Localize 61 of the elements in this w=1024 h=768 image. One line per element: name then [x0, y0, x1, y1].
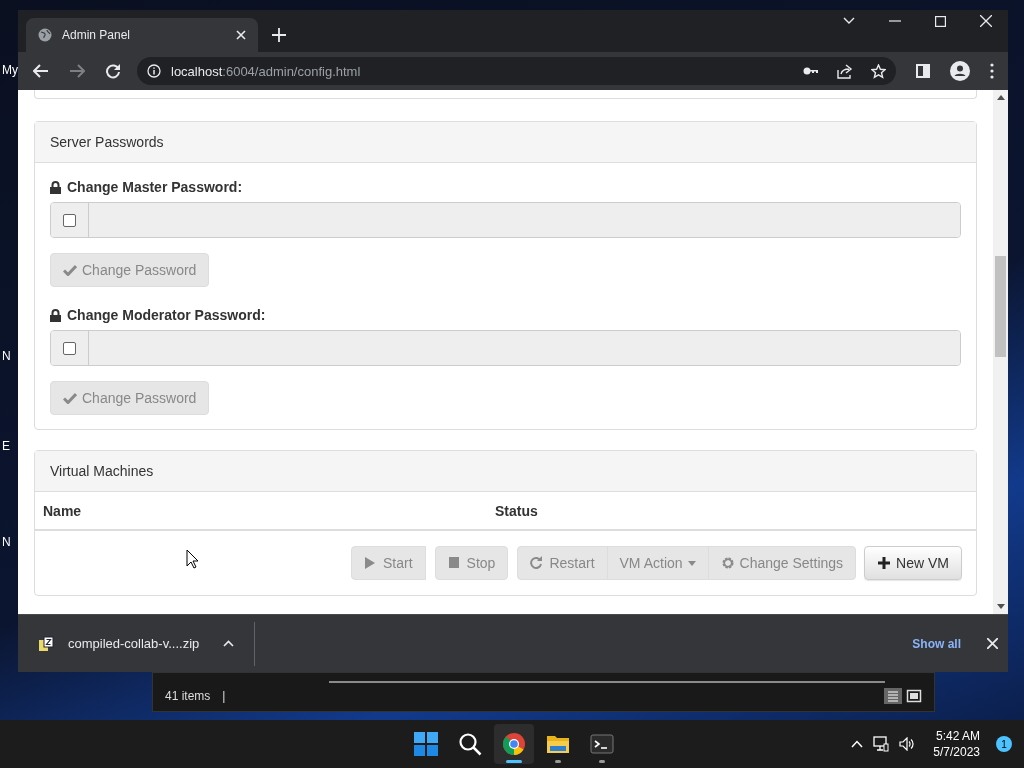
- forward-icon[interactable]: [69, 64, 85, 78]
- key-icon[interactable]: [803, 66, 819, 76]
- desktop-icon-label[interactable]: N: [2, 530, 18, 554]
- taskbar-app[interactable]: [494, 724, 534, 764]
- desktop-icon-label[interactable]: E: [2, 434, 18, 458]
- new-tab-icon[interactable]: [272, 28, 286, 42]
- panel-title: Server Passwords: [50, 134, 164, 150]
- check-icon: [63, 392, 77, 404]
- chrome-icon: [502, 732, 526, 756]
- tiles-view-icon[interactable]: [906, 688, 922, 704]
- reload-icon[interactable]: [105, 63, 121, 79]
- address-bar[interactable]: localhost:6004/admin/config.html: [137, 57, 896, 85]
- scrollbar[interactable]: [993, 90, 1008, 614]
- download-item[interactable]: compiled-collab-v....zip: [38, 635, 234, 652]
- reload-icon: [530, 556, 545, 570]
- share-icon[interactable]: [837, 63, 853, 79]
- lock-icon: [50, 180, 61, 194]
- network-icon[interactable]: [873, 736, 890, 752]
- terminal-icon: [590, 732, 614, 756]
- field-label: Change Master Password:: [67, 179, 243, 195]
- check-icon: [63, 264, 77, 276]
- column-header: Name: [43, 502, 83, 519]
- clock[interactable]: 5:42 AM 5/7/2023: [933, 728, 980, 760]
- star-icon[interactable]: [871, 63, 886, 79]
- tab-search-icon[interactable]: [843, 17, 855, 25]
- notification-badge[interactable]: 1: [996, 736, 1012, 752]
- browser-tab[interactable]: Admin Panel: [26, 18, 258, 52]
- caret-icon: [687, 560, 696, 566]
- search-icon: [458, 732, 482, 756]
- menu-icon[interactable]: [990, 63, 994, 79]
- start-icon: [414, 732, 438, 756]
- chevron-up-icon[interactable]: [223, 640, 234, 647]
- status-separator: |: [222, 689, 226, 703]
- back-icon[interactable]: [33, 64, 49, 78]
- url-text: localhost:6004/admin/config.html: [171, 63, 362, 79]
- side-panel-icon[interactable]: [916, 64, 930, 78]
- desktop-icon-label[interactable]: My: [2, 58, 18, 82]
- scroll-up-icon[interactable]: [996, 95, 1005, 100]
- item-count: 41 items: [165, 689, 211, 703]
- gear-icon: [720, 556, 735, 570]
- scroll-down-icon[interactable]: [996, 604, 1005, 609]
- maximize-icon[interactable]: [935, 15, 946, 27]
- close-icon[interactable]: [980, 15, 992, 27]
- field-label: Change Moderator Password:: [67, 307, 266, 323]
- profile-icon[interactable]: [950, 61, 970, 81]
- lock-icon: [50, 308, 61, 322]
- mouse-cursor-icon: [186, 549, 199, 569]
- show-all-link[interactable]: Show all: [912, 636, 961, 651]
- close-icon[interactable]: [236, 30, 246, 40]
- volume-icon[interactable]: [899, 737, 916, 751]
- close-icon[interactable]: [987, 638, 998, 649]
- stop-icon: [447, 556, 462, 570]
- zip-file-icon: [38, 635, 54, 652]
- plus-icon: [877, 556, 892, 570]
- globe-icon: [38, 28, 52, 42]
- desktop-icon-label[interactable]: N: [2, 344, 18, 368]
- panel-title: Virtual Machines: [50, 463, 154, 479]
- vm-action-button[interactable]: New VM: [864, 546, 962, 580]
- column-header: Status: [495, 502, 539, 519]
- info-icon: [147, 64, 161, 78]
- scrollbar-thumb[interactable]: [995, 256, 1006, 357]
